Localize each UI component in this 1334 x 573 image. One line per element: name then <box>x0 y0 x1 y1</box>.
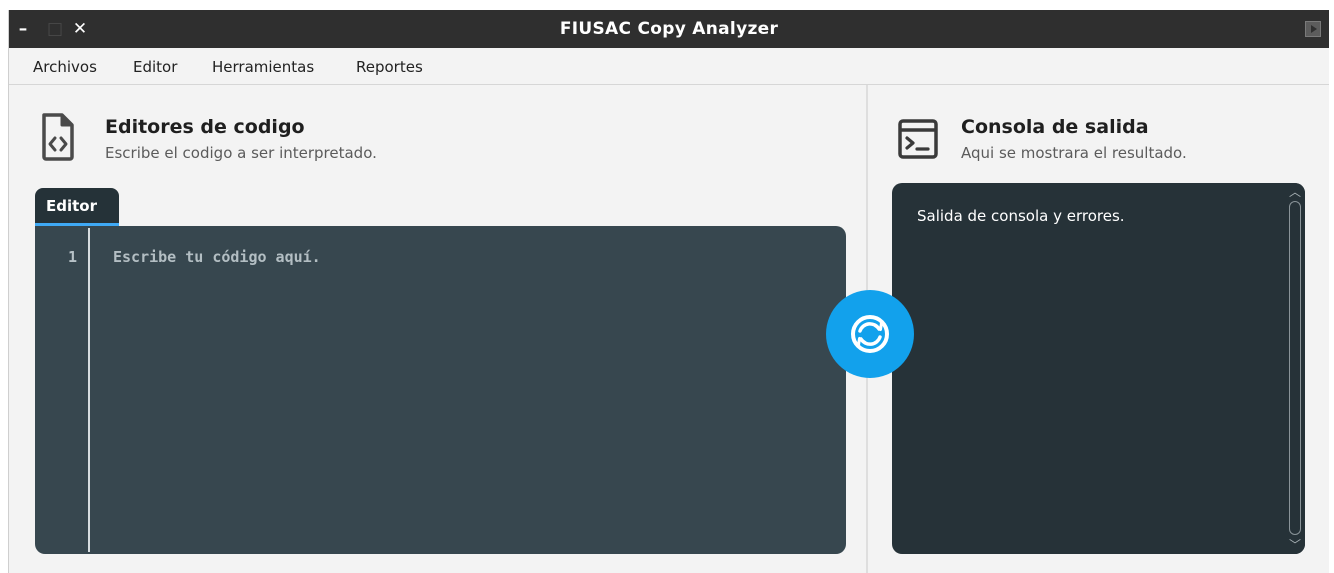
title-bar: – □ ✕ FIUSAC Copy Analyzer <box>9 10 1329 48</box>
editor-section-title: Editores de codigo <box>105 116 305 138</box>
app-window: – □ ✕ FIUSAC Copy Analyzer Archivos Edit… <box>8 10 1329 573</box>
editor-section-subtitle: Escribe el codigo a ser interpretado. <box>105 144 377 162</box>
console-output-text: Salida de consola y errores. <box>917 207 1125 225</box>
refresh-icon <box>851 315 889 353</box>
scroll-track[interactable] <box>1289 201 1301 535</box>
window-title: FIUSAC Copy Analyzer <box>559 19 779 39</box>
line-number: 1 <box>67 248 77 266</box>
scroll-down-icon[interactable]: ﹀ <box>1288 538 1302 552</box>
console-section-subtitle: Aqui se mostrara el resultado. <box>961 144 1187 162</box>
terminal-icon <box>898 119 938 159</box>
console-scrollbar[interactable]: ︿ ﹀ <box>1285 183 1305 554</box>
tab-editor[interactable]: Editor <box>35 188 119 226</box>
code-placeholder: Escribe tu código aquí. <box>113 248 321 266</box>
menu-bar: Archivos Editor Herramientas Reportes <box>9 48 1329 85</box>
scroll-up-icon[interactable]: ︿ <box>1288 185 1302 199</box>
gutter-divider <box>88 228 90 552</box>
menu-editor[interactable]: Editor <box>133 56 177 78</box>
run-button[interactable] <box>826 290 914 378</box>
menu-reportes[interactable]: Reportes <box>356 56 423 78</box>
code-file-icon <box>42 113 74 161</box>
menu-herramientas[interactable]: Herramientas <box>212 56 314 78</box>
code-editor[interactable]: 1 Escribe tu código aquí. <box>35 226 846 554</box>
console-section-title: Consola de salida <box>961 116 1149 138</box>
app-menu-icon[interactable] <box>1305 21 1321 37</box>
menu-archivos[interactable]: Archivos <box>33 56 97 78</box>
editor-pane: Editores de codigo Escribe el codigo a s… <box>9 85 866 573</box>
console-pane: Consola de salida Aqui se mostrara el re… <box>868 85 1329 573</box>
console-output[interactable]: Salida de consola y errores. ︿ ﹀ <box>892 183 1305 554</box>
